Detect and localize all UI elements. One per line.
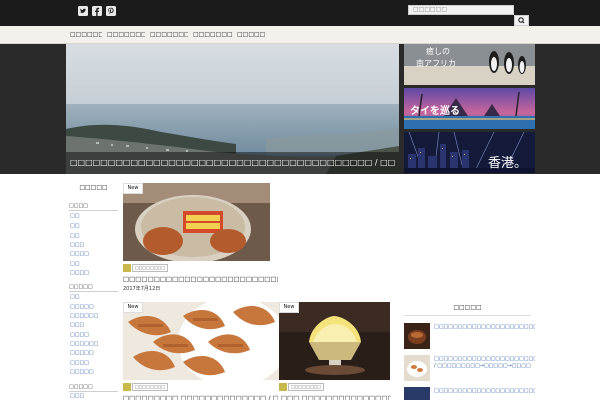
new-badge: New (123, 302, 143, 313)
post-date: 2017年7月12日 (123, 286, 161, 292)
new-badge: New (279, 302, 299, 313)
banner-label: 癒しの (426, 47, 450, 56)
hero-caption-text[interactable]: □□□□□□□□□□□□□□□□□□□□□□□□□□□□□□□□□□□□□□□□… (70, 158, 395, 168)
sidebar-link[interactable]: □□ (70, 233, 79, 240)
nav-item[interactable]: □□□□□□□ (237, 31, 265, 39)
sidebar-link[interactable]: □□ (70, 261, 79, 268)
sidebar-link[interactable]: □□□□□ (70, 369, 94, 376)
banner-label: タイを巡る (410, 106, 460, 117)
twitter-icon[interactable] (78, 6, 88, 16)
post-title[interactable]: □□□□□□□□□□□□□□□□□□□□□□□□□□□□□□□□□□□□□□ (123, 275, 278, 283)
search-button[interactable] (514, 15, 529, 26)
sidebar-link[interactable]: □□□□ (70, 332, 89, 339)
recent-post-thumbnail[interactable] (404, 355, 430, 381)
search-icon (518, 17, 525, 24)
sidebar-title: □□□□□ (453, 304, 482, 311)
recent-post-image (404, 387, 430, 400)
banner-label: 南アフリカ (416, 59, 456, 68)
post-thumbnail[interactable]: New (123, 183, 270, 261)
sidebar-section-heading: □□□□ (69, 203, 88, 209)
sidebar-link[interactable]: □□□□□□ (70, 341, 98, 348)
sidebar-link[interactable]: □□□□ (70, 270, 89, 277)
sidebar-link[interactable]: □□□ (70, 322, 84, 329)
nav-item[interactable]: □□□□□□□□□ (150, 31, 188, 39)
banner-hongkong[interactable]: 香港。 (404, 132, 535, 173)
recent-post-thumbnail[interactable] (404, 387, 430, 400)
banner-south-africa[interactable]: 癒しの 南アフリカ (404, 44, 535, 85)
sidebar-link[interactable]: □□ (70, 294, 79, 301)
divider (404, 315, 531, 316)
post-thumbnail[interactable]: New (123, 302, 279, 380)
recent-post-image (404, 323, 430, 349)
sidebar-section-heading: □□□□□ (69, 384, 93, 390)
recent-post-image (404, 355, 430, 381)
post-title[interactable]: □□□□□□□□□ □□□□□□□□□□□□□□ / □□□ (123, 394, 278, 400)
post-image (279, 302, 390, 380)
main-nav: □□□□□□□□□ □□□□□□□□□□ □□□□□□□□□ □□□□□□□□□… (0, 26, 600, 44)
folder-icon (123, 383, 131, 391)
hero-slider[interactable]: □□□□□□□□□□□□□□□□□□□□□□□□□□□□□□□□□□□□□□□□… (66, 44, 399, 174)
sidebar-link[interactable]: □□□□□ (70, 304, 94, 311)
sidebar-link[interactable]: □□□ (70, 242, 84, 249)
sidebar-link[interactable]: □□ (70, 223, 79, 230)
divider (69, 291, 118, 292)
nav-item[interactable]: □□□□□□□□□ (70, 31, 102, 39)
divider (69, 391, 118, 392)
right-sidebar: □□□□□ □□□□□□□□□□□□□□□□□□□□□□□□□□□□□□□□ □… (400, 174, 594, 400)
search-input[interactable]: □□□□□□ (408, 5, 514, 15)
facebook-icon[interactable] (92, 6, 102, 16)
pinterest-icon[interactable] (106, 6, 116, 16)
nav-item[interactable]: □□□□□□□□□□ (193, 31, 233, 39)
sidebar-link[interactable]: □□□□□ (70, 350, 94, 357)
sidebar-link[interactable]: □□□□□□ (70, 313, 98, 320)
recent-post-thumbnail[interactable] (404, 323, 430, 349)
nav-item[interactable]: □□□□□□□□□□ (107, 31, 145, 39)
left-sidebar: □□□□□ □□□□ □□ □□ □□ □□□ □□□□ □□ □□□□ □□□… (66, 174, 121, 400)
category-tag[interactable]: □□□□□□□□ (132, 383, 169, 391)
page-margin (535, 174, 600, 400)
recent-post-link[interactable]: □□□□□□□□□□□□□□□□□□□□□□□□□□□□□□□□ (434, 324, 585, 331)
post-thumbnail[interactable]: New (279, 302, 390, 380)
new-badge: New (123, 183, 143, 194)
sidebar-title: □□□□□ (79, 184, 108, 191)
post-image (123, 183, 270, 261)
sidebar-link[interactable]: □□□ (70, 393, 84, 400)
category-tag[interactable]: □□□□□□□□ (288, 383, 325, 391)
post-image (123, 302, 279, 380)
folder-icon (123, 264, 131, 272)
sidebar-link[interactable]: □□□□ (70, 360, 89, 367)
top-bar: □□□□□□ (0, 0, 600, 26)
sidebar-link[interactable]: □□ (70, 213, 79, 220)
sidebar-section-heading: □□□□□ (69, 284, 93, 290)
sidebar-link[interactable]: □□□□ (70, 251, 89, 258)
banner-label: 香港。 (488, 156, 528, 171)
banner-thailand[interactable]: タイを巡る (404, 88, 535, 129)
divider (69, 210, 118, 211)
folder-icon (279, 383, 287, 391)
recent-post-link[interactable]: □□□□□□□□□□□□□□□□□□□□□□□□□□□□□□○□□□ (434, 388, 594, 395)
hero-caption: □□□□□□□□□□□□□□□□□□□□□□□□□□□□□□□□□□□□□□□□… (66, 152, 399, 174)
category-tag[interactable]: □□□□□□□□ (132, 264, 169, 272)
post-title[interactable]: □□□ □□□□□□□□□□□□□□□□□□□ / □□□ (281, 394, 391, 400)
recent-post-link[interactable]: □□□□□□□□□□□□□□□□□□□□□□□□□□□□□□ / □□□□□□□… (434, 356, 576, 370)
